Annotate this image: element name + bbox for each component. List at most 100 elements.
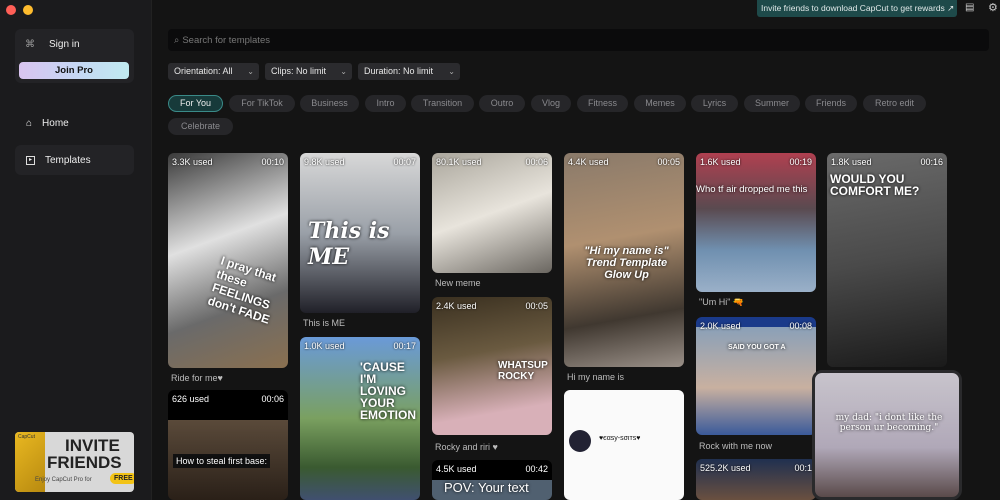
- tab-transition[interactable]: Transition: [411, 95, 474, 112]
- usage-count: 626 used: [172, 394, 210, 404]
- tab-celebrate[interactable]: Celebrate: [168, 118, 233, 135]
- tab-vlog[interactable]: Vlog: [531, 95, 571, 112]
- template-caption[interactable]: Ride for me♥: [171, 373, 223, 383]
- sidebar-item-label: Home: [42, 117, 69, 129]
- chevron-down-icon: ⌄: [247, 67, 254, 76]
- duration: 00:19: [789, 157, 812, 167]
- template-preview-popup[interactable]: my dad: "i dont like the person ur becom…: [812, 370, 962, 500]
- template-caption[interactable]: "Um Hi" 🔫: [699, 297, 744, 308]
- template-overlay-text: ♥єαѕу-ѕσιтѕ♥: [599, 435, 641, 442]
- sidebar-item-home[interactable]: ⌂ Home: [15, 108, 134, 138]
- template-card[interactable]: 80.1K used 00:06: [432, 153, 552, 273]
- join-pro-button[interactable]: Join Pro: [19, 62, 129, 79]
- clips-filter[interactable]: Clips: No limit ⌄: [265, 63, 352, 80]
- invite-friends-link[interactable]: Invite friends to download CapCut to get…: [757, 0, 957, 17]
- usage-count: 1.0K used: [304, 341, 345, 351]
- close-window-button[interactable]: [6, 5, 16, 15]
- profile-avatar: [569, 430, 591, 452]
- banner-subtitle: Enjoy CapCut Pro for: [35, 477, 92, 483]
- template-overlay-text: 'CAUSE I'M LOVING YOUR EMOTION: [360, 360, 416, 422]
- invite-friends-banner[interactable]: CapCut INVITE FRIENDS Enjoy CapCut Pro f…: [15, 432, 134, 492]
- settings-icon[interactable]: ⚙: [988, 1, 998, 14]
- sign-in-label: Sign in: [49, 39, 80, 50]
- tab-memes[interactable]: Memes: [634, 95, 686, 112]
- template-card[interactable]: ♥єαѕу-ѕσιтѕ♥: [564, 390, 684, 500]
- search-placeholder: Search for templates: [182, 34, 270, 46]
- banner-title-2: FRIENDS: [47, 453, 122, 472]
- template-caption[interactable]: This is ME: [303, 318, 345, 328]
- usage-count: 2.0K used: [700, 321, 741, 331]
- duration: 00:42: [525, 464, 548, 474]
- duration: 00:08: [789, 321, 812, 331]
- template-card[interactable]: 4.5K used 00:42 POV: Your text: [432, 460, 552, 500]
- tab-summer[interactable]: Summer: [744, 95, 800, 112]
- template-card[interactable]: 1.6K used 00:19 Who tf air dropped me thi…: [696, 153, 816, 292]
- tab-for-tiktok[interactable]: For TikTok: [229, 95, 295, 112]
- home-icon: ⌂: [26, 117, 33, 129]
- banner-brand: CapCut: [18, 434, 35, 440]
- tab-retro-edit[interactable]: Retro edit: [863, 95, 926, 112]
- filter-label: Clips: No limit: [271, 66, 327, 76]
- capcut-logo-icon: ⌘: [25, 39, 35, 50]
- duration: 00:17: [393, 341, 416, 351]
- orientation-filter[interactable]: Orientation: All ⌄: [168, 63, 259, 80]
- filter-label: Orientation: All: [174, 66, 233, 76]
- template-card[interactable]: 2.0K used 00:08 SAID YOU GOT A: [696, 317, 816, 435]
- sidebar-item-templates[interactable]: ▸ Templates: [15, 145, 134, 175]
- template-card[interactable]: 4.4K used 00:05 "Hi my name is" Trend Tem…: [564, 153, 684, 367]
- tab-intro[interactable]: Intro: [365, 95, 406, 112]
- banner-free-badge: FREE: [110, 473, 134, 484]
- duration: 00:06: [261, 394, 284, 404]
- usage-count: 80.1K used: [436, 157, 482, 167]
- template-card[interactable]: 626 used 00:06 How to steal first base:: [168, 390, 288, 500]
- duration: 00:16: [920, 157, 943, 167]
- template-card[interactable]: 2.4K used 00:05 WHATSUP ROCKY: [432, 297, 552, 435]
- sidebar: ⌘ Sign in Join Pro ⌂ Home ▸ Templates CapCu…: [0, 0, 152, 500]
- template-overlay-text: I pray that these FEELINGS don't FADE: [206, 253, 278, 327]
- template-card[interactable]: 3.3K used 00:10 I pray that these FEELING…: [168, 153, 288, 368]
- duration: 00:1: [794, 463, 812, 473]
- template-caption[interactable]: Rock with me now: [699, 441, 772, 451]
- template-card[interactable]: 1.0K used 00:17 'CAUSE I'M LOVING YOUR EM…: [300, 337, 420, 500]
- template-overlay-text: WHATSUP ROCKY: [498, 360, 548, 382]
- duration: 00:05: [657, 157, 680, 167]
- search-input[interactable]: ⌕ Search for templates: [168, 29, 989, 51]
- tab-outro[interactable]: Outro: [479, 95, 525, 112]
- tab-fitness[interactable]: Fitness: [577, 95, 628, 112]
- usage-count: 2.4K used: [436, 301, 477, 311]
- template-card[interactable]: 9.8K used 00:07 This is ME: [300, 153, 420, 313]
- usage-count: 3.3K used: [172, 157, 213, 167]
- template-caption[interactable]: Hi my name is: [567, 372, 624, 382]
- chevron-down-icon: ⌄: [448, 67, 455, 76]
- usage-count: 4.4K used: [568, 157, 609, 167]
- template-overlay-text: SAID YOU GOT A: [728, 344, 786, 351]
- account-box: ⌘ Sign in Join Pro: [15, 29, 134, 83]
- templates-icon: ▸: [26, 155, 35, 165]
- usage-count: 1.8K used: [831, 157, 872, 167]
- template-caption[interactable]: New meme: [435, 278, 481, 288]
- usage-count: 4.5K used: [436, 464, 477, 474]
- duration-filter[interactable]: Duration: No limit ⌄: [358, 63, 460, 80]
- duration: 00:10: [261, 157, 284, 167]
- duration: 00:05: [525, 301, 548, 311]
- tab-business[interactable]: Business: [300, 95, 359, 112]
- template-overlay-text: POV: Your text: [444, 480, 529, 495]
- duration: 00:07: [393, 157, 416, 167]
- minimize-window-button[interactable]: [23, 5, 33, 15]
- template-caption[interactable]: Rocky and riri ♥: [435, 442, 498, 452]
- tab-lyrics[interactable]: Lyrics: [691, 95, 738, 112]
- sign-in-button[interactable]: ⌘ Sign in: [25, 39, 80, 50]
- search-icon: ⌕: [174, 34, 180, 46]
- tab-friends[interactable]: Friends: [805, 95, 857, 112]
- usage-count: 9.8K used: [304, 157, 345, 167]
- template-overlay-text: "Hi my name is" Trend Template Glow Up: [584, 245, 669, 281]
- template-card[interactable]: 525.2K used 00:1: [696, 459, 816, 500]
- feedback-icon[interactable]: ▤: [965, 2, 974, 13]
- usage-count: 525.2K used: [700, 463, 751, 473]
- template-card[interactable]: 1.8K used 00:16 WOULD YOU COMFORT ME?: [827, 153, 947, 367]
- duration: 00:06: [525, 157, 548, 167]
- sidebar-item-label: Templates: [45, 154, 91, 166]
- tab-for-you[interactable]: For You: [168, 95, 223, 112]
- template-overlay-text: WOULD YOU COMFORT ME?: [830, 172, 920, 198]
- template-overlay-text: Who tf air dropped me this: [696, 184, 808, 195]
